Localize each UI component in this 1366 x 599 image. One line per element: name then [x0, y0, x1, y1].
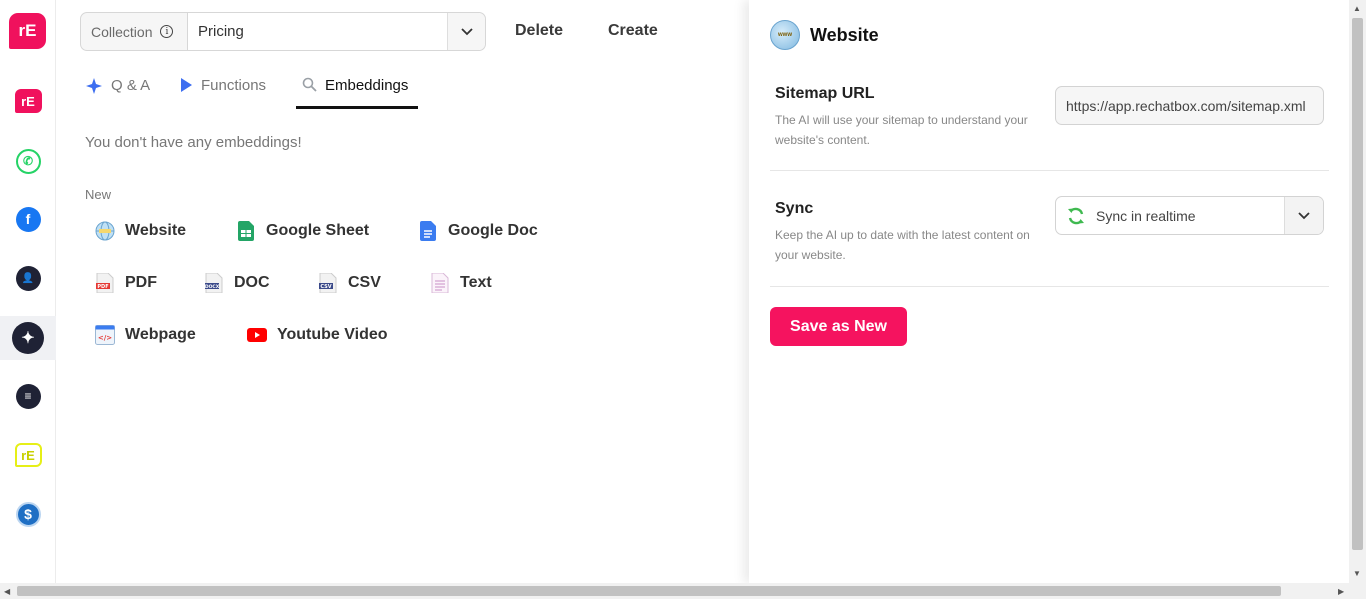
doc-file-icon: DOCX [204, 273, 224, 293]
whatsapp-icon: ✆ [15, 148, 41, 174]
sidebar-item-whatsapp[interactable]: ✆ [0, 139, 56, 183]
source-google-doc[interactable]: Google Doc [418, 221, 538, 241]
facebook-icon: f [15, 206, 41, 232]
chevron-down-icon[interactable] [447, 13, 485, 50]
globe-icon [95, 221, 115, 241]
source-pdf-label: PDF [125, 274, 157, 291]
collection-label: Collection [91, 23, 153, 40]
svg-text:CSV: CSV [320, 284, 331, 290]
source-text[interactable]: Text [430, 273, 492, 293]
tab-functions[interactable]: Functions [179, 77, 266, 109]
delete-button[interactable]: Delete [515, 22, 563, 40]
empty-state-message: You don't have any embeddings! [85, 134, 302, 151]
sync-description: Keep the AI up to date with the latest c… [775, 228, 1030, 262]
new-section-label: New [85, 187, 112, 202]
scroll-down-icon[interactable]: ▼ [1353, 569, 1361, 578]
text-file-icon [430, 273, 450, 293]
source-csv-label: CSV [348, 274, 381, 291]
tab-embeddings-label: Embeddings [325, 77, 409, 94]
sitemap-url-input[interactable]: https://app.rechatbox.com/sitemap.xml [1055, 86, 1324, 125]
sparkle-icon [86, 78, 102, 94]
source-webpage[interactable]: </> Webpage [95, 325, 196, 345]
svg-text:PDF: PDF [97, 284, 108, 290]
youtube-icon [247, 325, 267, 345]
tab-functions-label: Functions [201, 77, 267, 94]
source-youtube[interactable]: Youtube Video [247, 325, 388, 345]
sidebar-item-ai[interactable]: ✦ [0, 316, 56, 360]
panel-title: Website [810, 25, 879, 45]
source-doc-label: DOC [234, 274, 270, 291]
google-doc-icon [418, 221, 438, 241]
dollar-icon: $ [15, 501, 41, 527]
sidebar: rE rE ✆ f 👤 ✦ ≡ rE $ [0, 0, 56, 583]
chevron-down-icon[interactable] [1284, 197, 1323, 234]
source-website[interactable]: Website [95, 221, 186, 241]
sync-title: Sync [775, 200, 814, 217]
pdf-icon: PDF [95, 273, 115, 293]
sync-refresh-icon [1068, 207, 1084, 224]
rechatbox-yellow-icon: rE [14, 443, 42, 467]
sync-dropdown[interactable]: Sync in realtime [1055, 196, 1324, 235]
sidebar-item-contacts[interactable]: 👤 [0, 256, 56, 300]
google-sheet-icon [236, 221, 256, 241]
scroll-right-icon[interactable]: ▶ [1338, 587, 1344, 596]
source-pdf[interactable]: PDF PDF [95, 273, 157, 293]
svg-text:DOCX: DOCX [205, 284, 220, 290]
sitemap-url-title: Sitemap URL [775, 85, 875, 102]
collection-selector: Collection i Pricing [80, 12, 486, 51]
source-website-label: Website [125, 222, 187, 239]
source-webpage-label: Webpage [125, 326, 196, 343]
document-icon: ≡ [15, 383, 41, 409]
sync-value-box: Sync in realtime [1056, 206, 1284, 226]
vertical-scrollbar[interactable]: ▲ ▼ [1349, 0, 1366, 583]
source-google-doc-label: Google Doc [448, 222, 538, 239]
rechatbox-icon: rE [14, 89, 42, 113]
sidebar-item-facebook[interactable]: f [0, 197, 56, 241]
scroll-up-icon[interactable]: ▲ [1353, 4, 1361, 13]
active-tab-indicator [296, 106, 418, 109]
tab-qa-label: Q & A [111, 77, 151, 94]
app-logo[interactable]: rE [9, 13, 46, 49]
vertical-scroll-thumb[interactable] [1352, 18, 1363, 550]
source-google-sheet[interactable]: Google Sheet [236, 221, 369, 241]
ai-sparkle-icon: ✦ [12, 322, 44, 354]
source-csv[interactable]: CSV CSV [318, 273, 381, 293]
contacts-icon: 👤 [15, 265, 41, 291]
play-icon [181, 78, 192, 92]
app-root: rE rE ✆ f 👤 ✦ ≡ rE $ Collection i Pricin… [0, 0, 1366, 599]
website-embedding-panel: www Website Sitemap URL The AI will use … [749, 0, 1349, 583]
create-button[interactable]: Create [608, 22, 658, 40]
source-google-sheet-label: Google Sheet [266, 222, 370, 239]
info-icon[interactable]: i [160, 25, 174, 38]
source-youtube-label: Youtube Video [277, 326, 388, 343]
sidebar-item-rechatbox[interactable]: rE [0, 79, 56, 123]
save-as-new-button[interactable]: Save as New [770, 307, 907, 346]
tab-embeddings[interactable]: Embeddings [302, 77, 408, 109]
search-icon [302, 77, 317, 92]
scroll-left-icon[interactable]: ◀ [4, 587, 10, 596]
collection-label-box: Collection i [81, 13, 187, 50]
sitemap-url-description: The AI will use your sitemap to understa… [775, 113, 1028, 147]
website-globe-icon: www [770, 20, 800, 50]
svg-text:</>: </> [98, 334, 112, 342]
horizontal-scrollbar[interactable]: ◀ ▶ [0, 583, 1366, 599]
sync-value: Sync in realtime [1096, 207, 1196, 224]
csv-icon: CSV [318, 273, 338, 293]
source-text-label: Text [460, 274, 492, 291]
collection-dropdown[interactable]: Pricing [187, 13, 485, 50]
tab-qa[interactable]: Q & A [85, 77, 150, 109]
sidebar-item-billing[interactable]: $ [0, 492, 56, 536]
collection-value: Pricing [198, 23, 244, 40]
divider [770, 286, 1329, 287]
source-doc[interactable]: DOCX DOC [204, 273, 270, 293]
divider [770, 170, 1329, 171]
webpage-code-icon: </> [95, 325, 115, 345]
horizontal-scroll-thumb[interactable] [17, 586, 1281, 596]
sidebar-item-rechatbox-yellow[interactable]: rE [0, 433, 56, 477]
sidebar-item-documents[interactable]: ≡ [0, 374, 56, 418]
